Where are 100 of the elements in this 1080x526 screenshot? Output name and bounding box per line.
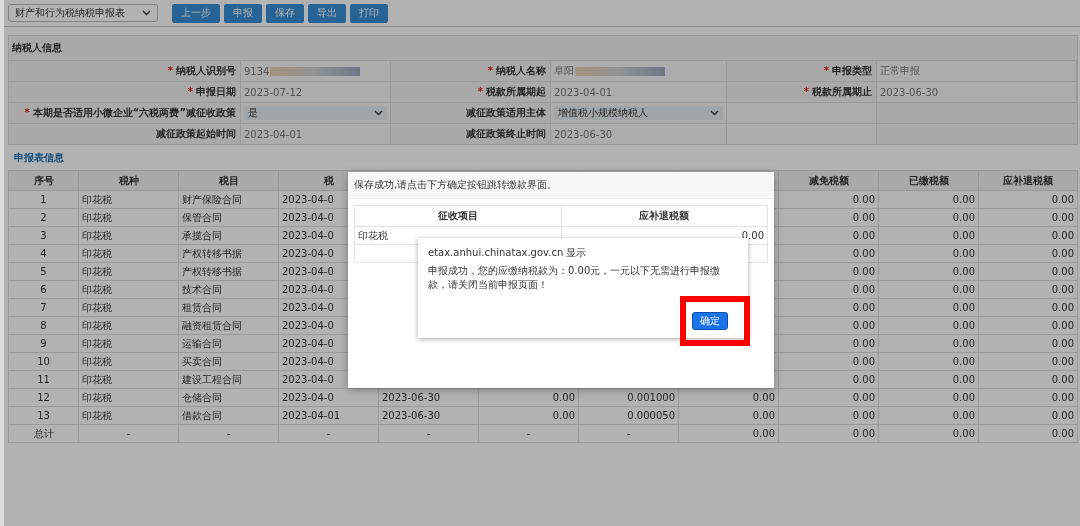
- chevron-down-icon: [374, 110, 383, 116]
- table-cell: 0.00: [979, 389, 1078, 407]
- table-cell: 保管合同: [179, 209, 279, 227]
- toolbar-button[interactable]: 申报: [224, 3, 262, 23]
- table-cell: 0.00: [779, 425, 879, 443]
- table-cell: 印花税: [79, 407, 179, 425]
- table-cell: 0.00: [879, 317, 979, 335]
- table-cell: 0.00: [879, 335, 979, 353]
- table-cell: 1: [9, 191, 79, 209]
- table-cell: 0.00: [979, 209, 1078, 227]
- chevron-down-icon: [142, 10, 151, 16]
- table-cell: -: [479, 425, 579, 443]
- table-cell: 印花税: [79, 191, 179, 209]
- table-cell: 0.00: [879, 281, 979, 299]
- table-cell: 12: [9, 389, 79, 407]
- confirm-button[interactable]: 确定: [692, 312, 728, 330]
- table-cell: 0.00: [979, 407, 1078, 425]
- table-cell: 2023-06-30: [379, 407, 479, 425]
- modal-message: 保存成功,请点击下方确定按钮跳转缴款界面。: [348, 172, 774, 199]
- table-cell: 印花税: [79, 227, 179, 245]
- table-cell: 产权转移书据: [179, 245, 279, 263]
- table-cell: 0.00: [679, 425, 779, 443]
- table-cell: 10: [9, 353, 79, 371]
- table-cell: 借款合同: [179, 407, 279, 425]
- column-header: 序号: [9, 171, 79, 191]
- table-cell: 印花税: [79, 209, 179, 227]
- table-cell: 0.00: [979, 263, 1078, 281]
- table-cell: 0.00: [979, 371, 1078, 389]
- section-title: 申报表信息: [13, 151, 65, 165]
- table-cell: 承揽合同: [179, 227, 279, 245]
- table-cell: 0.00: [979, 299, 1078, 317]
- select-field[interactable]: 增值税小规模纳税人: [554, 106, 723, 120]
- column-header: 税种: [79, 171, 179, 191]
- table-cell: 0.00: [879, 371, 979, 389]
- table-cell: 融资租赁合同: [179, 317, 279, 335]
- alert-message: 申报成功，您的应缴纳税款为：0.00元，一元以下无需进行申报缴款，请关闭当前申报页面！: [428, 264, 722, 292]
- table-cell: 印花税: [79, 371, 179, 389]
- table-cell: 0.00: [779, 209, 879, 227]
- table-cell: 0.00: [879, 389, 979, 407]
- table-cell: 产权转移书据: [179, 263, 279, 281]
- table-cell: 仓储合同: [179, 389, 279, 407]
- table-cell: 印花税: [79, 317, 179, 335]
- table-cell: 租赁合同: [179, 299, 279, 317]
- table-cell: 0.00: [879, 191, 979, 209]
- table-cell: 0.00: [779, 245, 879, 263]
- toolbar-button[interactable]: 上一步: [172, 3, 220, 23]
- field-value: 正常申报: [880, 64, 920, 78]
- table-cell: 0.00: [879, 227, 979, 245]
- toolbar-button[interactable]: 打印: [350, 3, 388, 23]
- table-cell: 印花税: [79, 263, 179, 281]
- column-header: 税目: [179, 171, 279, 191]
- table-cell: 0.00: [979, 245, 1078, 263]
- table-cell: -: [79, 425, 179, 443]
- table-cell: 9: [9, 335, 79, 353]
- table-cell: 印花税: [79, 281, 179, 299]
- table-cell: 0.00: [779, 371, 879, 389]
- table-cell: 总计: [9, 425, 79, 443]
- form-select[interactable]: 财产和行为税纳税申报表: [8, 4, 158, 22]
- table-cell: 印花税: [79, 389, 179, 407]
- table-cell: 0.00: [779, 227, 879, 245]
- chevron-down-icon: [710, 110, 719, 116]
- field-value: 2023-04-01: [244, 128, 303, 140]
- table-cell: 买卖合同: [179, 353, 279, 371]
- table-cell: 0.00: [779, 407, 879, 425]
- table-cell: 2023-06-30: [379, 389, 479, 407]
- column-header: 应补退税额: [561, 206, 768, 227]
- section-title: 纳税人信息: [11, 41, 63, 55]
- select-field[interactable]: 是: [244, 106, 387, 120]
- table-cell: 0.00: [979, 317, 1078, 335]
- table-cell: 0.00: [779, 281, 879, 299]
- table-cell: 0.00: [979, 425, 1078, 443]
- field-value: 2023-06-30: [554, 128, 613, 140]
- table-cell: 2023-04-01: [279, 407, 379, 425]
- table-cell: 0.00: [879, 299, 979, 317]
- column-header: 减免税额: [779, 171, 879, 191]
- table-cell: 2: [9, 209, 79, 227]
- table-cell: 6: [9, 281, 79, 299]
- table-cell: 2023-04-0: [279, 389, 379, 407]
- table-cell: -: [579, 425, 679, 443]
- table-cell: 财产保险合同: [179, 191, 279, 209]
- column-header: 征收项目: [355, 206, 562, 227]
- table-cell: -: [279, 425, 379, 443]
- table-cell: 8: [9, 317, 79, 335]
- alert-title: etax.anhui.chinatax.gov.cn 显示: [428, 246, 588, 260]
- table-cell: 0.00: [979, 227, 1078, 245]
- table-cell: 建设工程合同: [179, 371, 279, 389]
- table-cell: 0.00: [979, 353, 1078, 371]
- table-cell: 4: [9, 245, 79, 263]
- table-cell: -: [379, 425, 479, 443]
- table-cell: 印花税: [79, 299, 179, 317]
- field-value: 阜阳: [554, 64, 574, 78]
- table-cell: 技术合同: [179, 281, 279, 299]
- table-cell: 0.00: [979, 191, 1078, 209]
- field-value: 9134: [244, 65, 270, 77]
- toolbar-button[interactable]: 导出: [308, 3, 346, 23]
- table-cell: 运输合同: [179, 335, 279, 353]
- table-cell: 0.00: [779, 335, 879, 353]
- table-cell: 0.00: [479, 389, 579, 407]
- table-cell: 11: [9, 371, 79, 389]
- toolbar-button[interactable]: 保存: [266, 3, 304, 23]
